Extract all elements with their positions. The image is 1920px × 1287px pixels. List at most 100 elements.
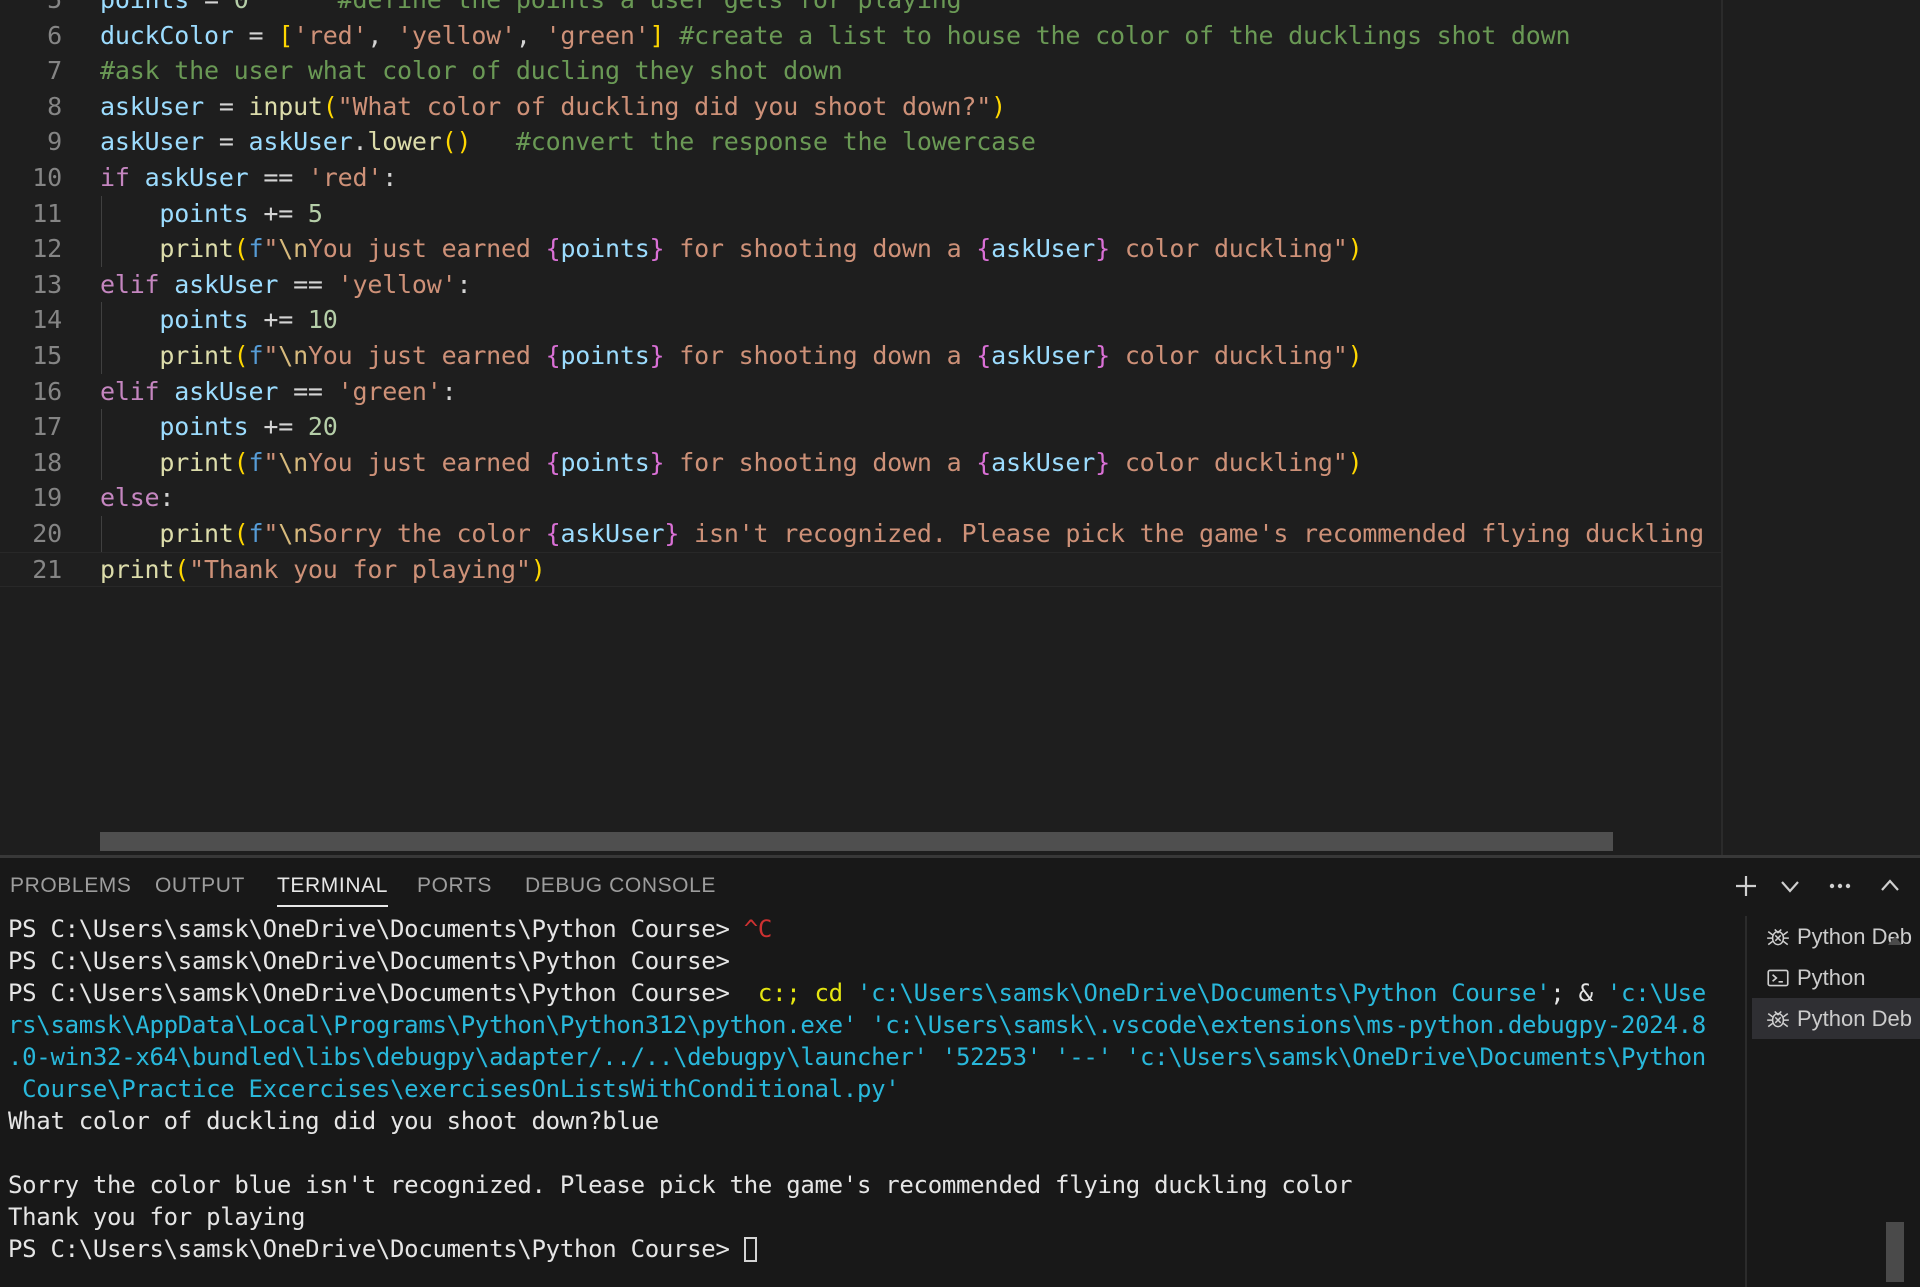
code-token: color duckling" xyxy=(1109,447,1348,477)
panel-tab-debug-console[interactable]: DEBUG CONSOLE xyxy=(525,858,716,913)
terminal-output[interactable]: PS C:\Users\samsk\OneDrive\Documents\Pyt… xyxy=(0,913,1735,1287)
code-token: == xyxy=(278,269,338,299)
code-token: \n xyxy=(278,340,308,370)
code-token: = xyxy=(203,127,249,157)
code-line[interactable]: 5 points = 0 #define the points a user ge… xyxy=(0,0,1722,18)
code-token: f xyxy=(248,340,264,370)
code-token: 'yellow' xyxy=(397,20,516,50)
code-token: isn't recognized. Please pick the game's… xyxy=(679,518,1722,548)
code-line[interactable]: 10 if askUser == 'red': xyxy=(0,160,1722,196)
code-token: ( xyxy=(174,554,190,584)
code-token: . xyxy=(352,127,368,157)
editor-horizontal-scrollbar-thumb[interactable] xyxy=(100,832,1613,851)
terminal-instance-item[interactable]: Python Deb xyxy=(1752,998,1920,1039)
code-line[interactable]: 8 askUser = input("What color of duckling… xyxy=(0,89,1722,125)
terminal-line: rs\samsk\AppData\Local\Programs\Python\P… xyxy=(8,1009,1706,1041)
code-token: { xyxy=(976,340,992,370)
code-token: print xyxy=(159,518,234,548)
code-token: askUser xyxy=(560,518,665,548)
code-token: " xyxy=(263,447,279,477)
code-line[interactable]: 20 print(f"\nSorry the color {askUser} i… xyxy=(0,515,1722,552)
code-token: askUser xyxy=(174,376,279,406)
terminal-line: What color of duckling did you shoot dow… xyxy=(8,1105,1706,1137)
panel-tab-terminal[interactable]: TERMINAL xyxy=(277,858,388,913)
code-token: 'red' xyxy=(307,162,383,192)
code-token: : xyxy=(456,269,472,299)
code-token: ) xyxy=(1347,340,1363,370)
code-token: f xyxy=(248,234,264,264)
code-line[interactable]: 16 elif askUser == 'green': xyxy=(0,374,1722,410)
code-token: f xyxy=(248,447,264,477)
code-text: points = 0 #define the points a user get… xyxy=(100,0,962,18)
code-token: ( xyxy=(233,234,249,264)
line-number: 9 xyxy=(47,127,62,157)
code-token: { xyxy=(545,518,561,548)
code-token: 20 xyxy=(307,412,338,442)
code-line[interactable]: 13 elif askUser == 'yellow': xyxy=(0,267,1722,303)
code-token: { xyxy=(545,234,561,264)
terminal-scrollbar-thumb[interactable] xyxy=(1886,1222,1904,1282)
terminal-profile-dropdown-button[interactable] xyxy=(1772,868,1808,904)
code-line[interactable]: 6 duckColor = ['red', 'yellow', 'green'] … xyxy=(0,18,1722,54)
code-token: You just earned xyxy=(307,234,546,264)
code-token: askUser xyxy=(991,340,1096,370)
code-token: ( xyxy=(233,447,249,477)
code-token: askUser xyxy=(144,162,249,192)
terminal-line: PS C:\Users\samsk\OneDrive\Documents\Pyt… xyxy=(8,945,1706,977)
line-number: 17 xyxy=(32,412,62,442)
debug-bug-icon xyxy=(1765,1006,1797,1032)
code-line[interactable]: 12 print(f"\nYou just earned {points} fo… xyxy=(0,231,1722,267)
code-line[interactable]: 15 print(f"\nYou just earned {points} fo… xyxy=(0,337,1722,374)
code-line[interactable]: 11 points += 5 xyxy=(0,195,1722,232)
panel-tab-ports[interactable]: PORTS xyxy=(417,858,492,913)
code-token: ] xyxy=(649,20,665,50)
code-token: points xyxy=(159,198,249,228)
code-text: print(f"\nSorry the color {askUser} isn'… xyxy=(100,516,1722,552)
terminal-line-list: PS C:\Users\samsk\OneDrive\Documents\Pyt… xyxy=(8,913,1706,1265)
code-line[interactable]: 18 print(f"\nYou just earned {points} fo… xyxy=(0,444,1722,481)
code-token: } xyxy=(649,340,665,370)
code-text: else: xyxy=(100,480,174,516)
code-token: = xyxy=(203,91,249,121)
terminal-text: 'c:\Use xyxy=(1606,979,1706,1007)
code-line[interactable]: 19 else: xyxy=(0,480,1722,516)
terminal-instance-item[interactable]: Python xyxy=(1752,957,1920,998)
code-token: duckColor xyxy=(100,20,234,50)
terminal-line: Sorry the color blue isn't recognized. P… xyxy=(8,1169,1706,1201)
code-line[interactable]: 21 print("Thank you for playing") xyxy=(0,551,1722,588)
code-token: [ xyxy=(278,20,294,50)
code-token: #ask the user what color of ducling they… xyxy=(100,56,843,86)
terminal-line: PS C:\Users\samsk\OneDrive\Documents\Pyt… xyxy=(8,977,1706,1009)
editor-viewport[interactable]: 5 points = 0 #define the points a user ge… xyxy=(0,0,1722,862)
code-token: { xyxy=(545,447,561,477)
panel-tab-problems[interactable]: PROBLEMS xyxy=(10,858,132,913)
code-token: You just earned xyxy=(307,447,546,477)
code-line[interactable]: 9 askUser = askUser.lower() #convert the … xyxy=(0,124,1722,160)
code-token: points xyxy=(560,234,650,264)
code-text: if askUser == 'red': xyxy=(100,160,397,196)
panel-tab-bar: PROBLEMS OUTPUT TERMINAL PORTS DEBUG CONSOLE xyxy=(0,858,1920,913)
code-text: points += 10 xyxy=(100,302,337,338)
code-token: Sorry the color xyxy=(307,518,546,548)
hide-panel-button[interactable] xyxy=(1872,868,1908,904)
editor-vertical-divider xyxy=(1721,0,1723,862)
code-token: } xyxy=(649,234,665,264)
line-number: 6 xyxy=(47,20,62,50)
panel-tab-output[interactable]: OUTPUT xyxy=(155,858,245,913)
code-line[interactable]: 14 points += 10 xyxy=(0,302,1722,338)
panel-more-actions-button[interactable] xyxy=(1822,868,1858,904)
terminal-scroll-up-arrow[interactable] xyxy=(1886,932,1904,946)
code-editor[interactable]: 5 points = 0 #define the points a user ge… xyxy=(0,0,1920,862)
line-number: 13 xyxy=(32,269,62,299)
code-line[interactable]: 7 #ask the user what color of ducling the… xyxy=(0,53,1722,89)
code-token: } xyxy=(1095,234,1110,264)
code-token: for shooting down a xyxy=(664,234,977,264)
code-line[interactable]: 17 points += 20 xyxy=(0,409,1722,445)
code-token: #convert the response the lowercase xyxy=(515,127,1036,157)
new-terminal-button[interactable] xyxy=(1728,868,1764,904)
code-token: askUser xyxy=(248,127,353,157)
